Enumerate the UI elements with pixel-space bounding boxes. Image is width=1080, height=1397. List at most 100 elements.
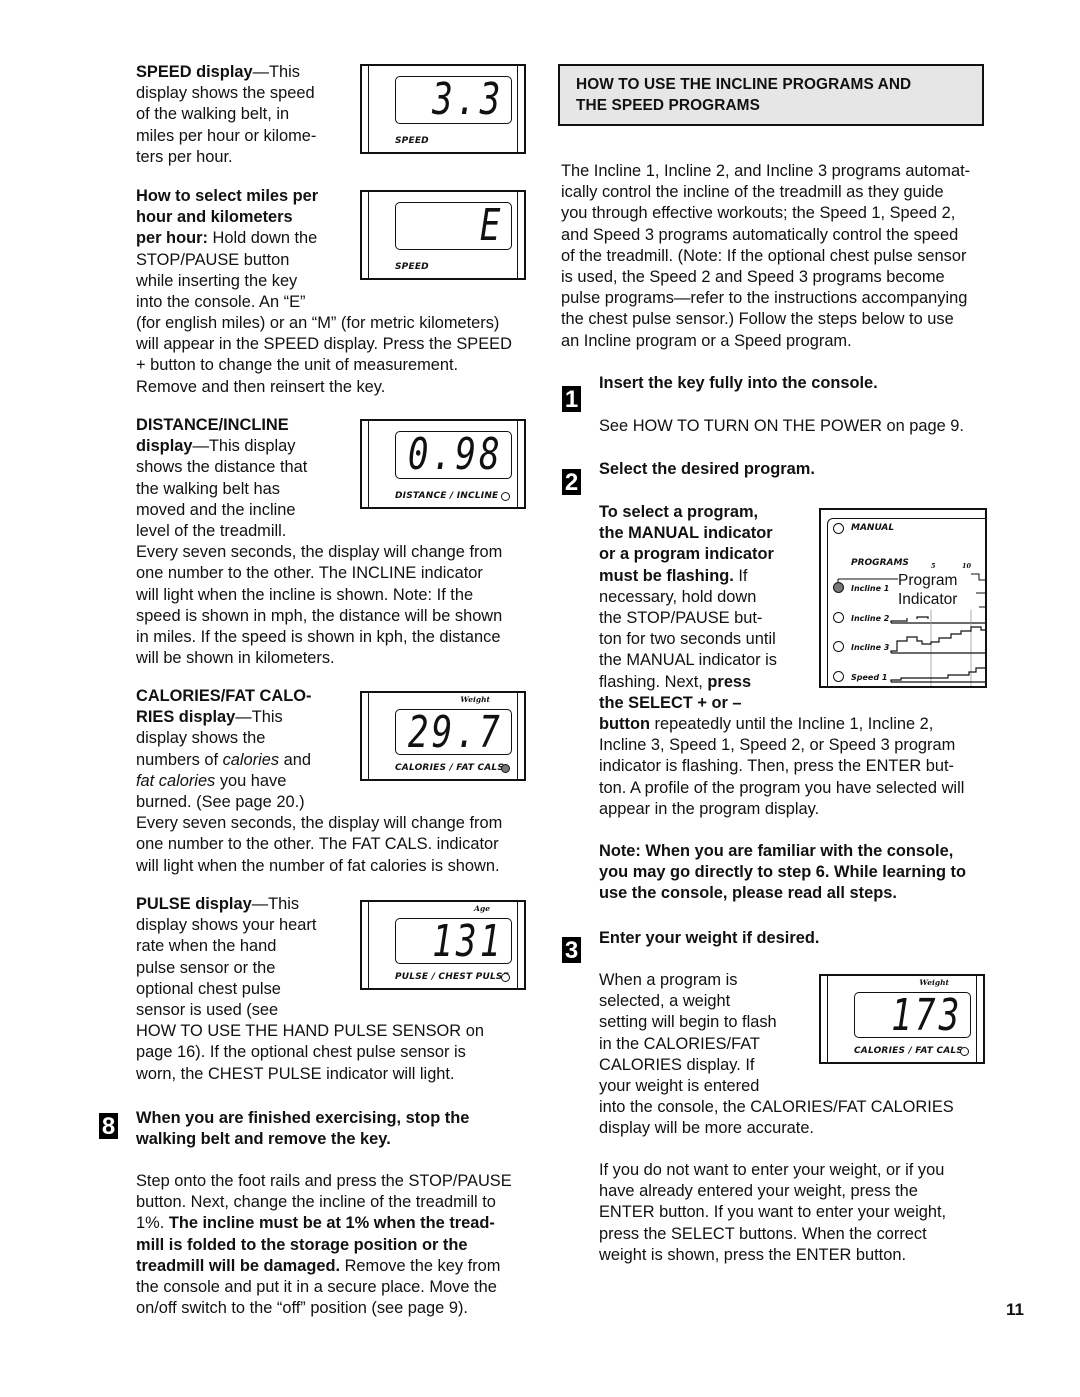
incline-1-indicator-led <box>833 582 844 593</box>
lcd-value: 0.98 <box>407 429 503 480</box>
program-panel-figure: MANUAL PROGRAMS 5 10 Incline 1 Incline 2… <box>819 508 987 688</box>
text-line: of the walking belt, in <box>136 105 290 124</box>
text-line: moved and the incline <box>136 500 296 519</box>
text-line: If you do not want to enter your weight,… <box>599 1161 945 1179</box>
program-label-speed-1: Speed 1 <box>851 673 888 682</box>
text-line: + button to change the unit of measureme… <box>136 356 459 375</box>
units-instructions: How to select miles per hour and kilomet… <box>136 186 346 313</box>
text-line: speed is shown in mph, the distance will… <box>136 606 503 625</box>
text-line: —This <box>235 708 283 727</box>
text-line: per hour: <box>136 229 208 248</box>
text-line: button <box>599 715 650 734</box>
text-line: one number to the other. The INCLINE ind… <box>136 564 483 583</box>
text-line: pulse programs—refer to the instructions… <box>561 289 968 308</box>
step-2-badge: 2 <box>562 469 581 496</box>
step-3-body: When a program is selected, a weight set… <box>599 970 954 1140</box>
step-2-body: To select a program, the MANUAL indicato… <box>599 502 964 820</box>
program-label-incline-1: Incline 1 <box>851 584 890 593</box>
text-line: ton for two seconds until <box>599 630 776 649</box>
text-line: selected, a weight <box>599 992 731 1011</box>
text-line: you through effective workouts; the Spee… <box>561 204 956 223</box>
distance-display-description: DISTANCE/INCLINE display—This display sh… <box>136 415 502 669</box>
program-label-incline-3: Incline 3 <box>851 643 890 652</box>
text-line: have already entered your weight, press … <box>599 1182 918 1201</box>
text-line: —This <box>252 63 300 81</box>
lcd-value: 173 <box>890 990 962 1041</box>
text-line: one number to the other. The FAT CALS. i… <box>136 835 499 854</box>
pulse-display-figure: Age 131 PULSE / CHEST PULSE <box>360 900 526 990</box>
text-line: into the console, the CALORIES/FAT CALOR… <box>599 1098 954 1117</box>
lcd-value: E <box>479 200 503 251</box>
text-line: sensor is used (see <box>136 1001 279 1020</box>
note-paragraph: Note: When you are familiar with the con… <box>599 841 999 905</box>
speed-display-figure: 3.3 SPEED <box>360 64 526 154</box>
incline-3-indicator-led <box>833 641 844 652</box>
section-title-line: HOW TO USE THE INCLINE PROGRAMS AND <box>576 76 912 93</box>
text-line: use the console, please read all steps. <box>599 884 897 903</box>
calories-display-description: CALORIES/FAT CALO- RIES display—This dis… <box>136 686 502 877</box>
text-line: Every seven seconds, the display will ch… <box>136 543 503 562</box>
step-8-title: When you are finished exercising, stop t… <box>136 1108 546 1150</box>
text-line: walking belt and remove the key. <box>136 1130 391 1149</box>
step-8-badge: 8 <box>99 1113 118 1140</box>
step-3-paragraph-2: If you do not want to enter your weight,… <box>599 1160 1019 1266</box>
text-line: ters per hour. <box>136 147 233 166</box>
text-line: button. Next, change the incline of the … <box>136 1193 496 1212</box>
text-line: shows the distance that <box>136 458 308 477</box>
fat-cals-indicator-led <box>501 764 510 773</box>
speed-heading: SPEED display <box>136 63 253 81</box>
warning-text: treadmill will be damaged. <box>136 1256 341 1275</box>
text-line: must be flashing. <box>599 566 734 585</box>
speed-1-indicator-led <box>833 671 844 682</box>
text-line: the chest pulse sensor.) Follow the step… <box>561 310 954 329</box>
text-line: while inserting the key <box>136 271 298 290</box>
text-line: flashing. Next, <box>599 672 708 691</box>
text-line: ton. A profile of the program you have s… <box>599 778 965 797</box>
lcd-screen: 173 <box>854 990 971 1041</box>
lcd-value: 3.3 <box>431 74 503 125</box>
lcd-screen: 131 <box>395 917 512 967</box>
text-line: hour and kilometers <box>136 208 293 227</box>
text-line: press the SELECT buttons. When the corre… <box>599 1224 927 1243</box>
lcd-label: SPEED <box>395 262 429 272</box>
lcd-top-label: Weight <box>460 695 490 704</box>
units-instructions-continued: (for english miles) or an “M” (for metri… <box>136 313 546 398</box>
text-line: into the console. An “E” <box>136 293 306 312</box>
text-line: miles per hour or kilome- <box>136 126 317 145</box>
step-3-badge: 3 <box>562 937 581 964</box>
lcd-label: CALORIES / FAT CALS <box>854 1046 964 1056</box>
lcd-screen: E <box>395 200 512 251</box>
text-line: repeatedly until the Incline 1, Incline … <box>649 715 934 734</box>
warning-text: mill is folded to the storage position o… <box>136 1235 468 1254</box>
text-line: STOP/PAUSE button <box>136 250 290 269</box>
text-line: Step onto the foot rails and press the S… <box>136 1172 512 1190</box>
text-line: in miles. If the speed is shown in kph, … <box>136 628 501 647</box>
text-line: in the CALORIES/FAT <box>599 1034 760 1053</box>
text-line: HOW TO USE THE HAND PULSE SENSOR on <box>136 1022 484 1041</box>
pulse-heading: PULSE display <box>136 895 252 913</box>
speed-unit-display-figure: E SPEED <box>360 190 526 280</box>
text-line: —This <box>251 895 300 913</box>
text-line: Note: When you are familiar with the con… <box>599 842 954 860</box>
text-line: Every seven seconds, the display will ch… <box>136 814 503 833</box>
text-line: press <box>707 672 752 691</box>
text-line: numbers of <box>136 750 223 769</box>
step-2-title: Select the desired program. <box>599 460 815 478</box>
distance-display-figure: 0.98 DISTANCE / INCLINE <box>360 419 526 509</box>
text-line: (for english miles) or an “M” (for metri… <box>136 314 500 332</box>
text-line: is used, the Speed 2 and Speed 3 program… <box>561 268 945 287</box>
chest-pulse-indicator-led <box>501 973 510 982</box>
lcd-top-label: Age <box>474 904 490 913</box>
text-line: If <box>733 566 748 585</box>
text-line: Remove and then reinsert the key. <box>136 377 386 396</box>
pulse-display-description: PULSE display—This display shows your he… <box>136 894 484 1085</box>
text-line: page 16). If the optional chest pulse se… <box>136 1043 466 1062</box>
text-line: ically control the incline of the treadm… <box>561 183 944 202</box>
text-line: the MANUAL indicator <box>599 524 773 543</box>
text-line: will light when the incline is shown. No… <box>136 585 474 604</box>
incline-indicator-led <box>501 492 510 501</box>
calories-display-figure: Weight 29.7 CALORIES / FAT CALS <box>360 691 526 781</box>
text-line: Remove the key from <box>340 1256 501 1275</box>
section-header: HOW TO USE THE INCLINE PROGRAMS AND THE … <box>558 64 984 126</box>
distance-heading: DISTANCE/INCLINE <box>136 416 289 434</box>
